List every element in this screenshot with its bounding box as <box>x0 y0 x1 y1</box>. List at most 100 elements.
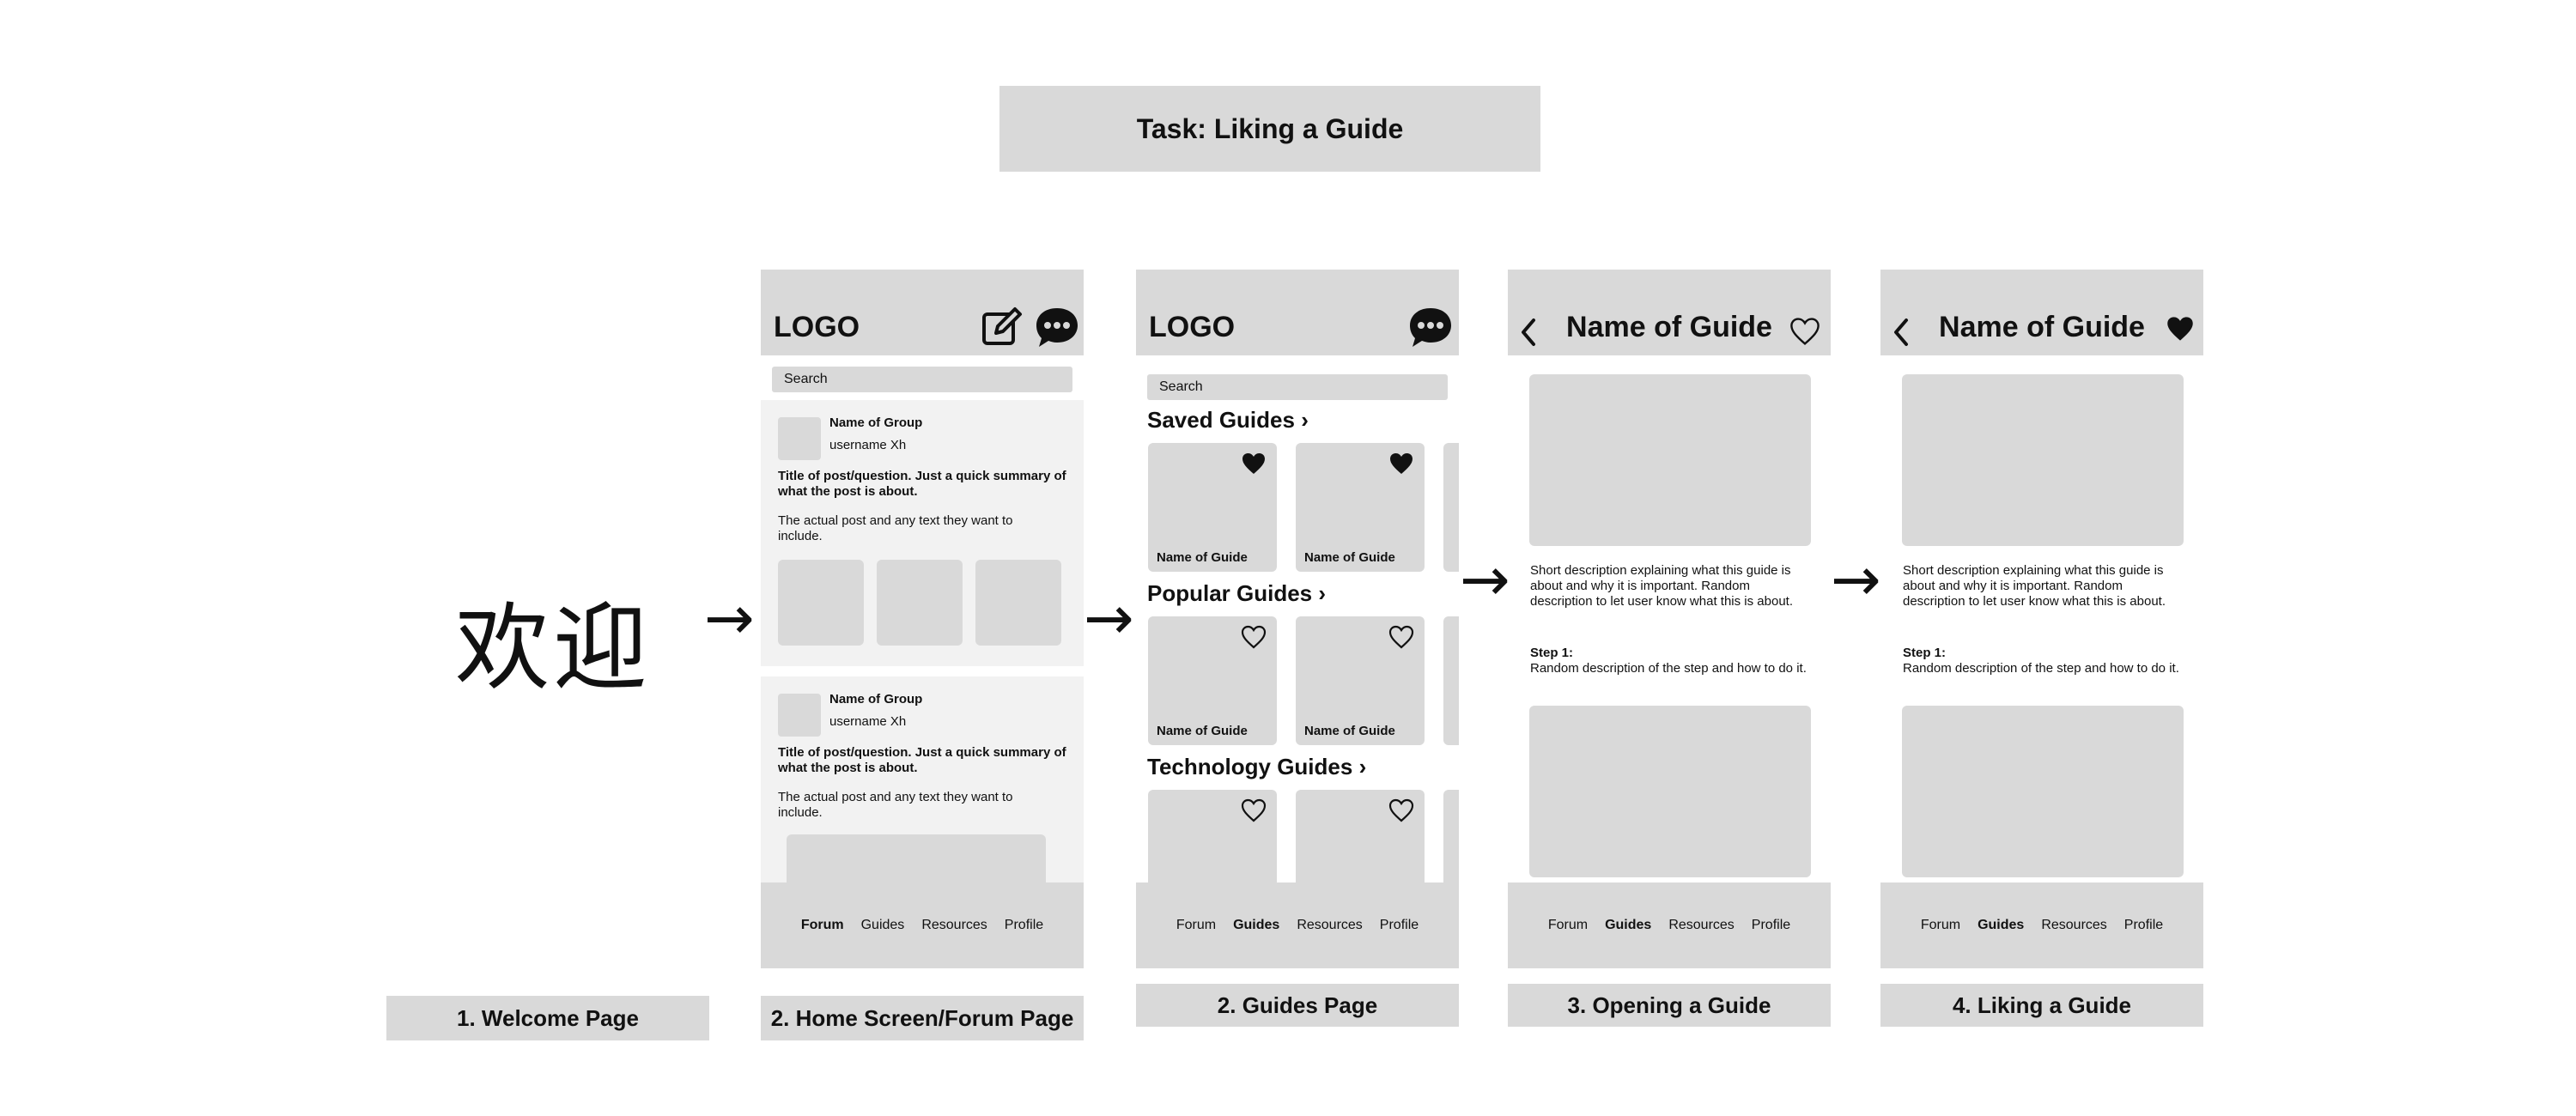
nav-resources[interactable]: Resources <box>1668 918 1734 933</box>
heart-filled-icon[interactable] <box>1388 452 1414 476</box>
guide-name: Name of Guide <box>1304 724 1395 738</box>
guide-detail-screen: Name of Guide Short description explaini… <box>1508 270 1831 968</box>
logo: LOGO <box>774 311 860 343</box>
bottom-nav: Forum Guides Resources Profile <box>1508 882 1831 968</box>
heart-outline-icon[interactable] <box>1388 625 1414 649</box>
guide-title: Name of Guide <box>1939 311 2145 343</box>
guides-header: LOGO <box>1136 270 1459 355</box>
step-image <box>1902 706 2184 877</box>
guides-screen: LOGO Search Saved Guides › Name of Guide… <box>1136 270 1459 968</box>
guide-image <box>1529 374 1811 546</box>
chat-icon[interactable] <box>1407 306 1454 350</box>
caption-opening: 3. Opening a Guide <box>1508 984 1831 1027</box>
nav-profile[interactable]: Profile <box>1380 918 1419 933</box>
guide-step: Step 1: Random description of the step a… <box>1530 646 1814 676</box>
forum-screen: LOGO Search Name of Group username Xh Ti… <box>761 270 1084 968</box>
guide-title: Name of Guide <box>1566 311 1772 343</box>
step-text: Random description of the step and how t… <box>1530 661 1807 676</box>
guide-card[interactable]: Name of Guide <box>1296 616 1425 745</box>
caption-forum: 2. Home Screen/Forum Page <box>761 996 1084 1040</box>
section-title: Popular Guides <box>1147 580 1313 606</box>
post-group[interactable]: Name of Group <box>829 415 922 430</box>
nav-profile[interactable]: Profile <box>2124 918 2163 933</box>
guide-name: Name of Guide <box>1304 550 1395 565</box>
nav-profile[interactable]: Profile <box>1005 918 1043 933</box>
nav-forum[interactable]: Forum <box>1548 918 1588 933</box>
post-body: The actual post and any text they want t… <box>778 513 1013 543</box>
heart-outline-icon[interactable] <box>1241 798 1267 822</box>
nav-guides[interactable]: Guides <box>1605 918 1651 933</box>
avatar <box>778 694 821 737</box>
heart-outline-icon[interactable] <box>1789 317 1820 346</box>
guide-card[interactable] <box>1443 616 1459 745</box>
guide-image <box>1902 374 2184 546</box>
guide-description: Short description explaining what this g… <box>1903 563 2166 609</box>
guide-name: Name of Guide <box>1157 724 1248 738</box>
bottom-nav: Forum Guides Resources Profile <box>1136 882 1459 968</box>
nav-guides[interactable]: Guides <box>861 918 905 933</box>
post-image[interactable] <box>778 560 864 646</box>
step-image <box>1529 706 1811 877</box>
caption-liking: 4. Liking a Guide <box>1880 984 2203 1027</box>
search-input[interactable]: Search <box>1147 374 1448 400</box>
guide-description: Short description explaining what this g… <box>1530 563 1793 609</box>
section-title: Technology Guides <box>1147 754 1353 779</box>
nav-forum[interactable]: Forum <box>801 918 844 933</box>
nav-profile[interactable]: Profile <box>1752 918 1790 933</box>
heart-outline-icon[interactable] <box>1388 798 1414 822</box>
post-group[interactable]: Name of Group <box>829 692 922 707</box>
post-user: username Xh <box>829 438 907 452</box>
guide-header: Name of Guide <box>1880 270 2203 355</box>
bottom-nav: Forum Guides Resources Profile <box>761 882 1084 968</box>
nav-guides[interactable]: Guides <box>1233 918 1279 933</box>
flow-arrow-4: → <box>1831 544 1881 615</box>
nav-forum[interactable]: Forum <box>1921 918 1960 933</box>
forum-post[interactable]: Name of Group username Xh Title of post/… <box>761 400 1084 666</box>
nav-resources[interactable]: Resources <box>921 918 987 933</box>
post-title: Title of post/question. Just a quick sum… <box>778 469 1066 499</box>
chevron-right-icon: › <box>1301 407 1309 433</box>
heart-filled-icon[interactable] <box>1241 452 1267 476</box>
nav-guides[interactable]: Guides <box>1978 918 2024 933</box>
guide-card[interactable]: Name of Guide <box>1148 616 1277 745</box>
search-input[interactable]: Search <box>772 367 1072 392</box>
caption-guides: 2. Guides Page <box>1136 984 1459 1027</box>
post-body: The actual post and any text they want t… <box>778 790 1013 820</box>
post-image[interactable] <box>877 560 963 646</box>
logo: LOGO <box>1149 311 1236 343</box>
heart-filled-icon[interactable] <box>2166 315 2195 343</box>
compose-icon[interactable] <box>981 306 1024 349</box>
nav-resources[interactable]: Resources <box>1297 918 1362 933</box>
guide-card[interactable] <box>1443 443 1459 572</box>
nav-forum[interactable]: Forum <box>1176 918 1216 933</box>
section-popular-guides[interactable]: Popular Guides › <box>1147 580 1326 607</box>
guide-liked-screen: Name of Guide Short description explaini… <box>1880 270 2203 968</box>
heart-outline-icon[interactable] <box>1241 625 1267 649</box>
chat-icon[interactable] <box>1034 306 1080 350</box>
bottom-nav: Forum Guides Resources Profile <box>1880 882 2203 968</box>
step-label: Step 1: <box>1530 646 1574 660</box>
guide-header: Name of Guide <box>1508 270 1831 355</box>
flow-arrow-1: → <box>704 583 755 653</box>
post-image[interactable] <box>975 560 1061 646</box>
nav-resources[interactable]: Resources <box>2041 918 2106 933</box>
task-title: Task: Liking a Guide <box>999 86 1540 172</box>
guide-step: Step 1: Random description of the step a… <box>1903 646 2186 676</box>
welcome-text: 欢迎 <box>455 593 651 703</box>
post-title: Title of post/question. Just a quick sum… <box>778 745 1066 775</box>
guide-card[interactable]: Name of Guide <box>1296 443 1425 572</box>
section-title: Saved Guides <box>1147 407 1295 433</box>
avatar <box>778 417 821 460</box>
post-user: username Xh <box>829 714 907 729</box>
section-saved-guides[interactable]: Saved Guides › <box>1147 407 1309 434</box>
section-technology-guides[interactable]: Technology Guides › <box>1147 754 1366 780</box>
flow-arrow-3: → <box>1460 544 1510 615</box>
guide-name: Name of Guide <box>1157 550 1248 565</box>
forum-post[interactable]: Name of Group username Xh Title of post/… <box>761 676 1084 903</box>
step-label: Step 1: <box>1903 646 1947 660</box>
guide-card[interactable]: Name of Guide <box>1148 443 1277 572</box>
chevron-right-icon: › <box>1318 580 1327 606</box>
forum-header: LOGO <box>761 270 1084 355</box>
step-text: Random description of the step and how t… <box>1903 661 2179 676</box>
caption-welcome: 1. Welcome Page <box>386 996 709 1040</box>
